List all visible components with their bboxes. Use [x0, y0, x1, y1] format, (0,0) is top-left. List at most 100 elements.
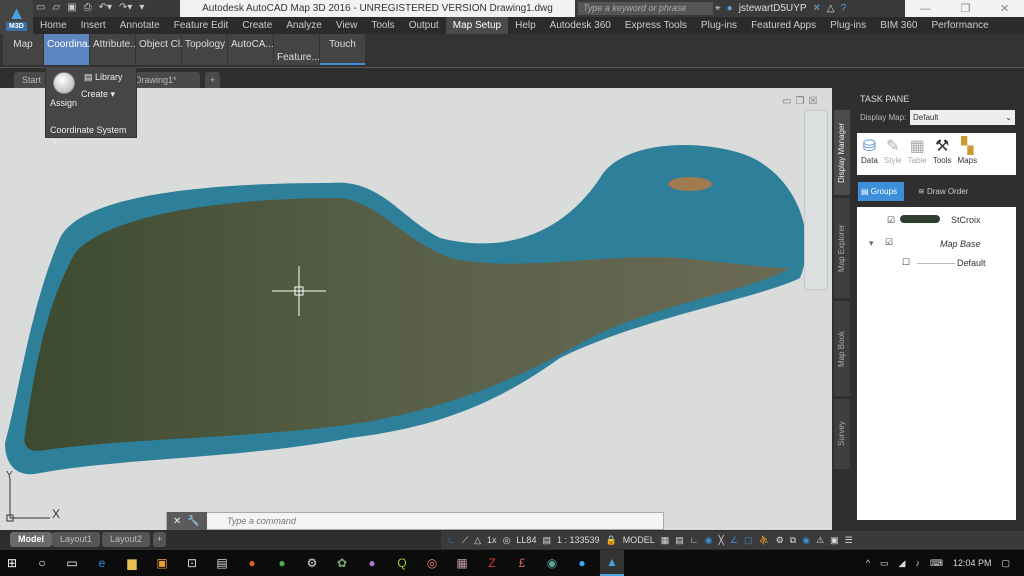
app-icon[interactable]: ▤	[210, 550, 234, 576]
layer-checkbox[interactable]: ☑	[887, 215, 895, 226]
ribbon-tab[interactable]: Analyze	[279, 17, 329, 34]
minimize-button[interactable]: —	[920, 3, 931, 15]
maps-button[interactable]: ▚ Maps	[958, 136, 978, 172]
side-tab-map-book[interactable]: Map Book	[834, 301, 850, 396]
annotation-scale[interactable]: 1x	[487, 535, 497, 545]
new-icon[interactable]: ▭	[36, 2, 45, 15]
undo-icon[interactable]: ↶▾	[99, 2, 112, 15]
navigation-bar[interactable]	[804, 110, 828, 290]
app-icon[interactable]: ✿	[330, 550, 354, 576]
customize-qat-icon[interactable]: ▾	[139, 2, 144, 15]
app-icon[interactable]: ⚙	[300, 550, 324, 576]
side-tab-display-manager[interactable]: Display Manager	[834, 110, 850, 195]
table-button[interactable]: ▦ Table	[908, 136, 927, 172]
application-menu-button[interactable]: ▲ M3D	[0, 0, 33, 34]
volume-icon[interactable]: ♪	[915, 558, 920, 568]
cortana-icon[interactable]: ○	[30, 550, 54, 576]
ribbon-tab[interactable]: Performance	[925, 17, 996, 34]
library-button[interactable]: ▤ Library	[84, 72, 123, 83]
app-icon[interactable]: ◎	[420, 550, 444, 576]
tab-layout1[interactable]: Layout1	[52, 532, 101, 547]
a360-icon[interactable]: △	[827, 3, 835, 14]
file-explorer-icon[interactable]: ▆	[120, 550, 144, 576]
clock[interactable]: 12:04 PM	[953, 558, 992, 568]
wifi-icon[interactable]: ◢	[899, 558, 906, 569]
binoculars-icon[interactable]: ⌖	[715, 3, 721, 14]
tab-model[interactable]: Model	[10, 532, 52, 547]
warning-icon[interactable]: ⚠	[816, 535, 824, 546]
ortho-icon[interactable]: ∟	[690, 535, 699, 545]
lock-icon[interactable]: 🔒	[606, 535, 617, 546]
model-space[interactable]: MODEL	[623, 535, 655, 545]
app-icon[interactable]: ●	[360, 550, 384, 576]
map-scale[interactable]: 1 : 133539	[557, 535, 600, 545]
search-input[interactable]: Type a keyword or phrase	[578, 2, 713, 15]
ribbon-tab[interactable]: Express Tools	[618, 17, 694, 34]
filezilla-icon[interactable]: Z	[480, 550, 504, 576]
assign-button[interactable]: Assign	[50, 98, 77, 108]
ribbon-tab[interactable]: Home	[33, 17, 74, 34]
help-icon[interactable]: ?	[841, 3, 847, 14]
create-button[interactable]: Create ▾	[81, 89, 115, 100]
workspace-icon[interactable]: ⛹	[758, 535, 769, 546]
layer-checkbox[interactable]: ☐	[902, 257, 910, 268]
side-tab-survey[interactable]: Survey	[834, 399, 850, 469]
grid-icon[interactable]: ▦	[661, 535, 670, 546]
edge-icon[interactable]: e	[90, 550, 114, 576]
qgis-icon[interactable]: Q	[390, 550, 414, 576]
open-icon[interactable]: ▱	[52, 2, 60, 15]
print-icon[interactable]: ⎙	[84, 2, 92, 15]
side-tab-map-explorer[interactable]: Map Explorer	[834, 198, 850, 298]
group-checkbox[interactable]: ☑	[885, 237, 893, 248]
ribbon-panel[interactable]: Object Cl...	[136, 34, 188, 65]
username[interactable]: jstewartD5UYP	[739, 3, 807, 14]
ribbon-tab[interactable]: Plug-ins	[823, 17, 873, 34]
add-layout-button[interactable]: +	[153, 532, 167, 547]
ribbon-tab[interactable]: View	[329, 17, 365, 34]
selection-icon[interactable]: ▢	[744, 535, 753, 546]
coordinate-system-panel-label[interactable]: Coordinate System ↘	[50, 125, 136, 146]
ribbon-tab[interactable]: Map Setup	[445, 17, 509, 34]
start-icon[interactable]: ⊞	[0, 550, 24, 576]
chrome-icon[interactable]: ●	[270, 550, 294, 576]
hardware-accel-icon[interactable]: ◉	[802, 535, 810, 546]
autocad-taskbar-icon[interactable]: ▲	[600, 550, 624, 576]
layer-stcroix[interactable]: StCroix	[951, 215, 981, 225]
drawing-canvas[interactable]: X Y	[0, 88, 832, 530]
gear-icon[interactable]: ⚙	[776, 535, 784, 546]
battery-icon[interactable]: ▭	[880, 558, 889, 569]
ribbon-tab[interactable]: Help	[508, 17, 543, 34]
viewport-close-icon[interactable]: ☒	[808, 96, 817, 107]
close-button[interactable]: ✕	[1000, 2, 1009, 15]
media-icon[interactable]: ▣	[150, 550, 174, 576]
viewport-minimize-icon[interactable]: ▭	[782, 96, 791, 107]
customize-menu-icon[interactable]: ☰	[845, 535, 853, 546]
ribbon-tab[interactable]: Output	[402, 17, 446, 34]
app-icon[interactable]: ▦	[450, 550, 474, 576]
redo-icon[interactable]: ↷▾	[119, 2, 132, 15]
notifications-icon[interactable]: ▢	[1001, 558, 1010, 569]
app-icon[interactable]: ◉	[540, 550, 564, 576]
ribbon-tab[interactable]: Featured Apps	[744, 17, 823, 34]
lineweight-icon[interactable]: ∠	[730, 535, 738, 546]
ribbon-tab[interactable]: Feature Edit	[167, 17, 235, 34]
viewport-restore-icon[interactable]: ❐	[795, 96, 804, 107]
ribbon-panel[interactable]: Attribute...	[90, 34, 139, 65]
ribbon-tab[interactable]: Insert	[74, 17, 113, 34]
ribbon-tab[interactable]: Tools	[364, 17, 401, 34]
display-map-select[interactable]: Default ⌄	[910, 110, 1015, 125]
ribbon-panel[interactable]: AutoCA...	[228, 34, 274, 65]
task-view-icon[interactable]: ▭	[60, 550, 84, 576]
new-tab-button[interactable]: +	[205, 72, 221, 89]
tools-button[interactable]: ⚒ Tools	[933, 136, 952, 172]
ribbon-panel[interactable]: Coordina...	[44, 34, 96, 65]
dynamic-ucs-icon[interactable]: ⟋	[462, 535, 468, 546]
ribbon-panel[interactable]: Feature...	[274, 34, 320, 65]
firefox-icon[interactable]: ●	[240, 550, 264, 576]
ribbon-panel[interactable]: Map	[3, 34, 43, 65]
save-icon[interactable]: ▣	[67, 2, 76, 15]
ribbon-panel[interactable]: Touch	[320, 34, 365, 65]
data-button[interactable]: ⛁ Data	[861, 136, 878, 172]
isolate-icon[interactable]: ⧉	[790, 535, 796, 546]
annotation-icon[interactable]: △	[474, 535, 481, 546]
